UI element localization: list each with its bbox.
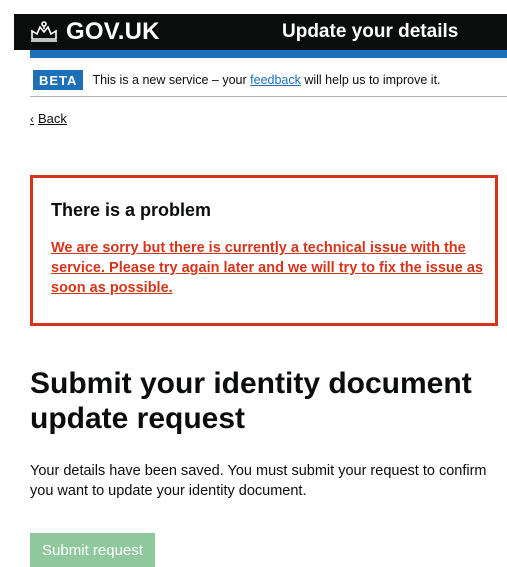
page-title: Submit your identity document update req…	[30, 367, 472, 435]
feedback-link[interactable]: feedback	[250, 73, 301, 87]
back-link-label: Back	[38, 111, 67, 126]
govuk-logo-link[interactable]: GOV.UK	[28, 18, 160, 46]
logo-text: GOV.UK	[66, 18, 160, 45]
beta-tag: BETA	[33, 70, 84, 90]
error-summary-title: There is a problem	[51, 200, 212, 220]
phase-text-before: This is a new service – your	[92, 73, 251, 87]
page: GOV.UK Update your details BETA This is …	[0, 0, 507, 567]
govuk-header: GOV.UK Update your details	[14, 14, 507, 50]
phase-banner: BETA This is a new service – your feedba…	[30, 64, 507, 97]
back-link[interactable]: ‹ Back	[30, 111, 67, 126]
phase-text-after: will help us to improve it.	[300, 73, 441, 87]
body-text: Your details have been saved. You must s…	[30, 463, 487, 499]
header-blue-bar	[30, 50, 507, 58]
crown-icon	[31, 21, 57, 42]
submit-request-button[interactable]: Submit request	[30, 533, 155, 567]
error-summary-link[interactable]: We are sorry but there is currently a te…	[51, 238, 487, 298]
service-name-link[interactable]: Update your details	[282, 14, 458, 50]
phase-banner-text: This is a new service – your feedback wi…	[92, 73, 440, 87]
error-summary: There is a problem We are sorry but ther…	[30, 175, 498, 326]
chevron-left-icon: ‹	[30, 111, 34, 126]
